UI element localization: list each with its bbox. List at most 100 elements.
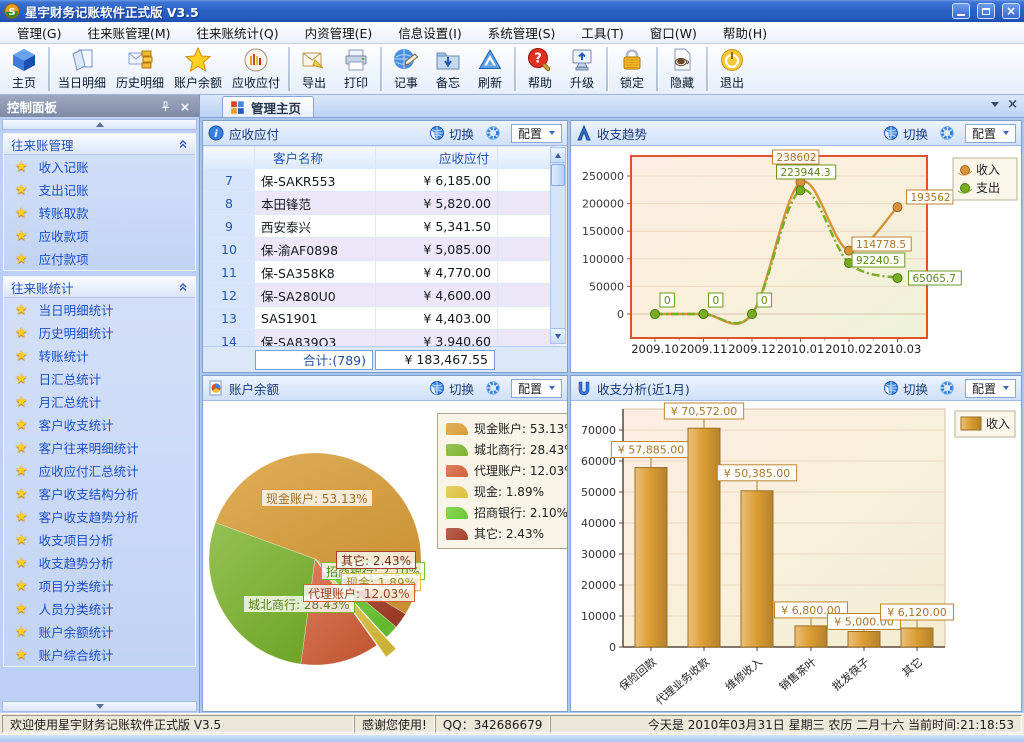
customer-name: 保-渝AF0898 xyxy=(255,238,375,260)
sidebar-section-header[interactable]: 往来账管理 xyxy=(4,134,195,155)
sidebar-item[interactable]: ★收支趋势分析 xyxy=(4,551,195,574)
sidebar-item[interactable]: ★客户收支统计 xyxy=(4,413,195,436)
sidebar-item[interactable]: ★项目分类统计 xyxy=(4,574,195,597)
sidebar-item[interactable]: ★账户余额统计 xyxy=(4,620,195,643)
gear-icon[interactable] xyxy=(485,125,501,141)
legend-swatch xyxy=(446,507,468,519)
svg-text:批发筷子: 批发筷子 xyxy=(829,655,872,694)
table-row[interactable]: 7保-SAKR553¥ 6,185.00 xyxy=(204,169,555,191)
sidebar-item[interactable]: ★应收款项 xyxy=(4,224,195,247)
menu-item[interactable]: 内资管理(E) xyxy=(292,20,386,45)
sidebar-item[interactable]: ★月汇总统计 xyxy=(4,390,195,413)
table-scrollbar[interactable] xyxy=(550,147,566,344)
sidebar-scroll-up[interactable] xyxy=(2,119,197,130)
sidebar-item[interactable]: ★客户收支趋势分析 xyxy=(4,505,195,528)
tab-home[interactable]: 管理主页 xyxy=(222,96,314,117)
menu-item[interactable]: 工具(T) xyxy=(568,20,636,45)
config-button[interactable]: 配置 xyxy=(965,379,1016,398)
toolbar-button-label: 锁定 xyxy=(620,74,644,91)
analysis-bar-chart: 010000200003000040000500006000070000¥ 57… xyxy=(571,401,1021,708)
minimize-button[interactable] xyxy=(952,3,970,19)
config-label: 配置 xyxy=(518,125,542,142)
toolbar-button-hide[interactable]: 隐藏 xyxy=(661,46,703,93)
sidebar-item[interactable]: ★支出记账 xyxy=(4,178,195,201)
table-row[interactable]: 11保-SA358K8¥ 4,770.00 xyxy=(204,261,555,283)
table-row[interactable]: 13SAS1901¥ 4,403.00 xyxy=(204,307,555,329)
day-detail-icon xyxy=(69,47,95,73)
legend-item: 代理账户: 12.03% xyxy=(446,462,567,479)
toolbar-button-history-detail[interactable]: 历史明细 xyxy=(111,46,169,93)
collapse-chevron-icon[interactable] xyxy=(178,139,188,149)
toolbar-button-account-balance[interactable]: 账户余额 xyxy=(169,46,227,93)
switch-button[interactable]: 切换 xyxy=(429,379,474,398)
menu-item[interactable]: 帮助(H) xyxy=(710,20,780,45)
sidebar-item[interactable]: ★应收应付汇总统计 xyxy=(4,459,195,482)
switch-button[interactable]: 切换 xyxy=(429,124,474,143)
triangle-down-icon xyxy=(96,704,104,709)
toolbar-button-print[interactable]: 打印 xyxy=(335,46,377,93)
collapse-chevron-icon[interactable] xyxy=(178,282,188,292)
gear-icon[interactable] xyxy=(939,125,955,141)
table-row[interactable]: 9西安泰兴¥ 5,341.50 xyxy=(204,215,555,237)
close-button[interactable]: × xyxy=(1002,3,1020,19)
toolbar-button-memo[interactable]: 备忘 xyxy=(427,46,469,93)
menu-item[interactable]: 系统管理(S) xyxy=(475,20,569,45)
tab-list-dropdown-icon[interactable] xyxy=(991,102,999,107)
column-header-amount[interactable]: 应收应付 xyxy=(376,147,497,168)
toolbar-button-label: 记事 xyxy=(394,74,418,91)
toolbar-button-receivable[interactable]: 应收应付 xyxy=(227,46,285,93)
sidebar-item[interactable]: ★账户综合统计 xyxy=(4,643,195,666)
sidebar-item[interactable]: ★转账取款 xyxy=(4,201,195,224)
menu-item[interactable]: 往来账管理(M) xyxy=(74,20,183,45)
menu-item[interactable]: 窗口(W) xyxy=(637,20,710,45)
toolbar-button-export[interactable]: 导出 xyxy=(293,46,335,93)
toolbar-button-refresh[interactable]: 刷新 xyxy=(469,46,511,93)
sidebar-scroll-down[interactable] xyxy=(2,701,197,712)
scroll-down-button[interactable] xyxy=(551,328,565,343)
note-icon xyxy=(393,47,419,73)
sidebar-item[interactable]: ★客户收支结构分析 xyxy=(4,482,195,505)
column-header-customer[interactable]: 客户名称 xyxy=(255,147,375,168)
toolbar-button-exit[interactable]: 退出 xyxy=(711,46,753,93)
sidebar-item[interactable]: ★应付款项 xyxy=(4,247,195,270)
table-row[interactable]: 8本田锋范¥ 5,820.00 xyxy=(204,192,555,214)
config-button[interactable]: 配置 xyxy=(511,124,562,143)
table-row[interactable]: 12保-SA280U0¥ 4,600.00 xyxy=(204,284,555,306)
gear-icon[interactable] xyxy=(485,380,501,396)
toolbar-button-day-detail[interactable]: 当日明细 xyxy=(53,46,111,93)
legend-swatch xyxy=(446,444,468,456)
scroll-up-button[interactable] xyxy=(551,148,565,163)
sidebar-item[interactable]: ★人员分类统计 xyxy=(4,597,195,620)
toolbar-button-note[interactable]: 记事 xyxy=(385,46,427,93)
sidebar-item[interactable]: ★历史明细统计 xyxy=(4,321,195,344)
config-button[interactable]: 配置 xyxy=(965,124,1016,143)
tab-close-icon[interactable]: × xyxy=(1007,98,1018,111)
sidebar-section: 往来账管理★收入记账★支出记账★转账取款★应收款项★应付款项 xyxy=(3,133,196,271)
sidebar-item[interactable]: ★日汇总统计 xyxy=(4,367,195,390)
sidebar-item[interactable]: ★收支项目分析 xyxy=(4,528,195,551)
toolbar-button-upgrade[interactable]: 升级 xyxy=(561,46,603,93)
chevron-down-icon xyxy=(1003,386,1009,390)
sidebar-item[interactable]: ★收入记账 xyxy=(4,155,195,178)
sidebar-section-header[interactable]: 往来账统计 xyxy=(4,277,195,298)
config-button[interactable]: 配置 xyxy=(511,379,562,398)
sidebar-item[interactable]: ★当日明细统计 xyxy=(4,298,195,321)
toolbar-button-label: 历史明细 xyxy=(116,74,164,91)
pin-icon[interactable] xyxy=(158,99,172,113)
toolbar-button-lock[interactable]: 锁定 xyxy=(611,46,653,93)
toolbar-button-home[interactable]: 主页 xyxy=(3,46,45,93)
switch-button[interactable]: 切换 xyxy=(883,379,928,398)
close-panel-icon[interactable]: × xyxy=(178,99,192,113)
sidebar-item[interactable]: ★转账统计 xyxy=(4,344,195,367)
table-row[interactable]: 10保-渝AF0898¥ 5,085.00 xyxy=(204,238,555,260)
menu-item[interactable]: 往来账统计(Q) xyxy=(184,20,292,45)
gear-icon[interactable] xyxy=(939,380,955,396)
toolbar-button-label: 备忘 xyxy=(436,74,460,91)
sidebar-item[interactable]: ★客户往来明细统计 xyxy=(4,436,195,459)
menu-item[interactable]: 管理(G) xyxy=(4,20,74,45)
switch-button[interactable]: 切换 xyxy=(883,124,928,143)
menu-item[interactable]: 信息设置(I) xyxy=(385,20,474,45)
restore-button[interactable] xyxy=(977,3,995,19)
scrollbar-thumb[interactable] xyxy=(551,164,565,186)
toolbar-button-help[interactable]: ?帮助 xyxy=(519,46,561,93)
